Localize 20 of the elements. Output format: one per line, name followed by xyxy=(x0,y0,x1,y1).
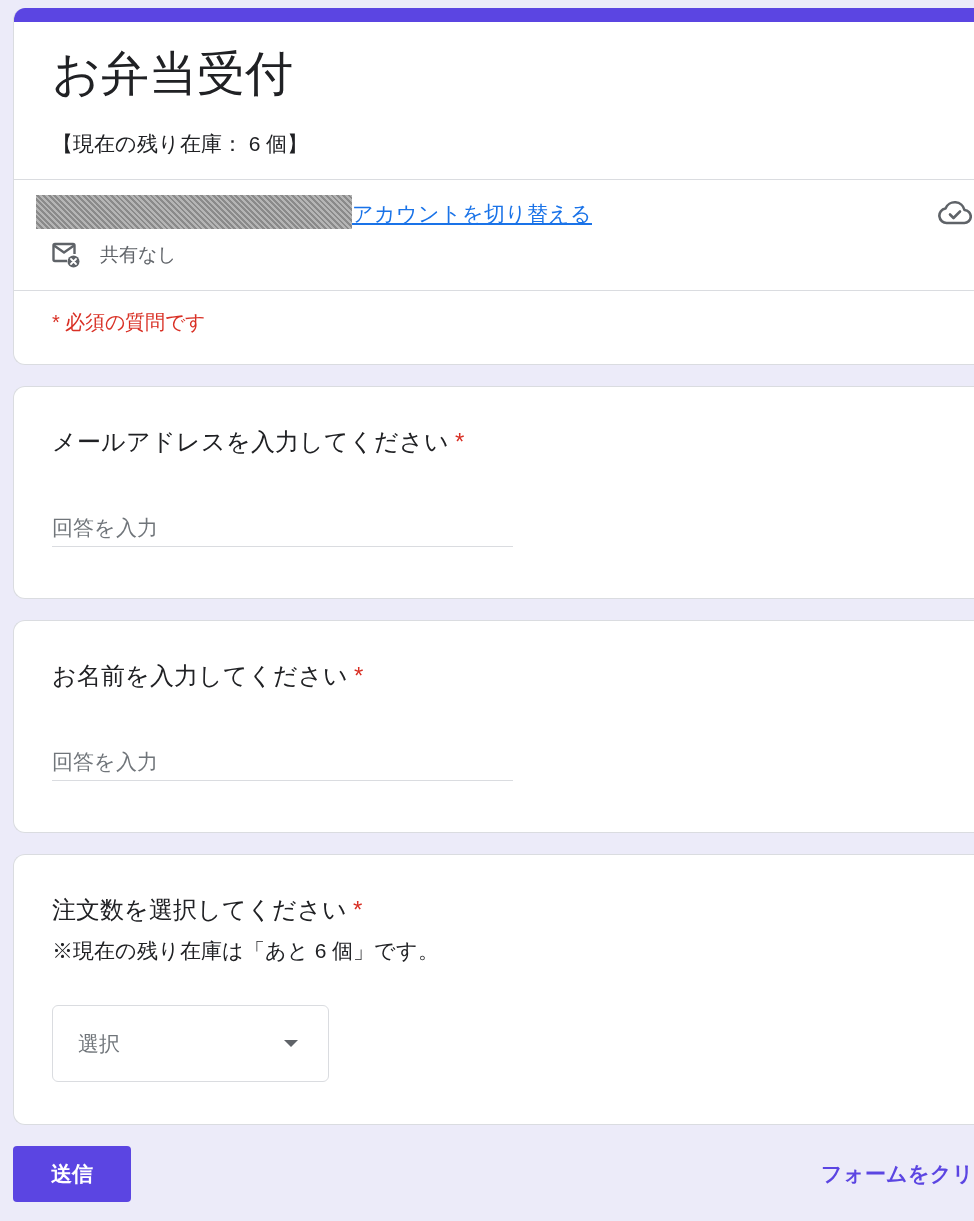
form-description: 【現在の残り在庫： 6 個】 xyxy=(52,131,310,157)
clear-form-link[interactable]: フォームをクリ xyxy=(821,1159,974,1189)
cloud-check-icon xyxy=(938,199,972,225)
question-title: メールアドレスを入力してください xyxy=(52,427,449,457)
answer-field[interactable]: 回答を入力 xyxy=(52,510,513,547)
form-title: お弁当受付 xyxy=(52,46,294,102)
required-asterisk: * xyxy=(455,427,465,457)
required-asterisk: * xyxy=(353,895,363,925)
envelope-x-icon xyxy=(52,242,80,268)
sharing-status: 共有なし xyxy=(100,243,176,267)
required-asterisk: * xyxy=(354,661,364,691)
question-title: お名前を入力してください xyxy=(52,661,348,691)
switch-account-link[interactable]: アカウントを切り替える xyxy=(352,199,592,229)
required-notice: * 必須の質問です xyxy=(52,310,207,335)
caret-down-icon xyxy=(284,1040,298,1047)
question-description: ※現在の残り在庫は「あと 6 個」です。 xyxy=(52,938,441,964)
answer-field[interactable]: 回答を入力 xyxy=(52,744,513,781)
submit-button[interactable]: 送信 xyxy=(13,1146,131,1202)
question-title: 注文数を選択してください xyxy=(52,895,347,925)
dropdown-select[interactable]: 選択 xyxy=(52,1005,329,1082)
